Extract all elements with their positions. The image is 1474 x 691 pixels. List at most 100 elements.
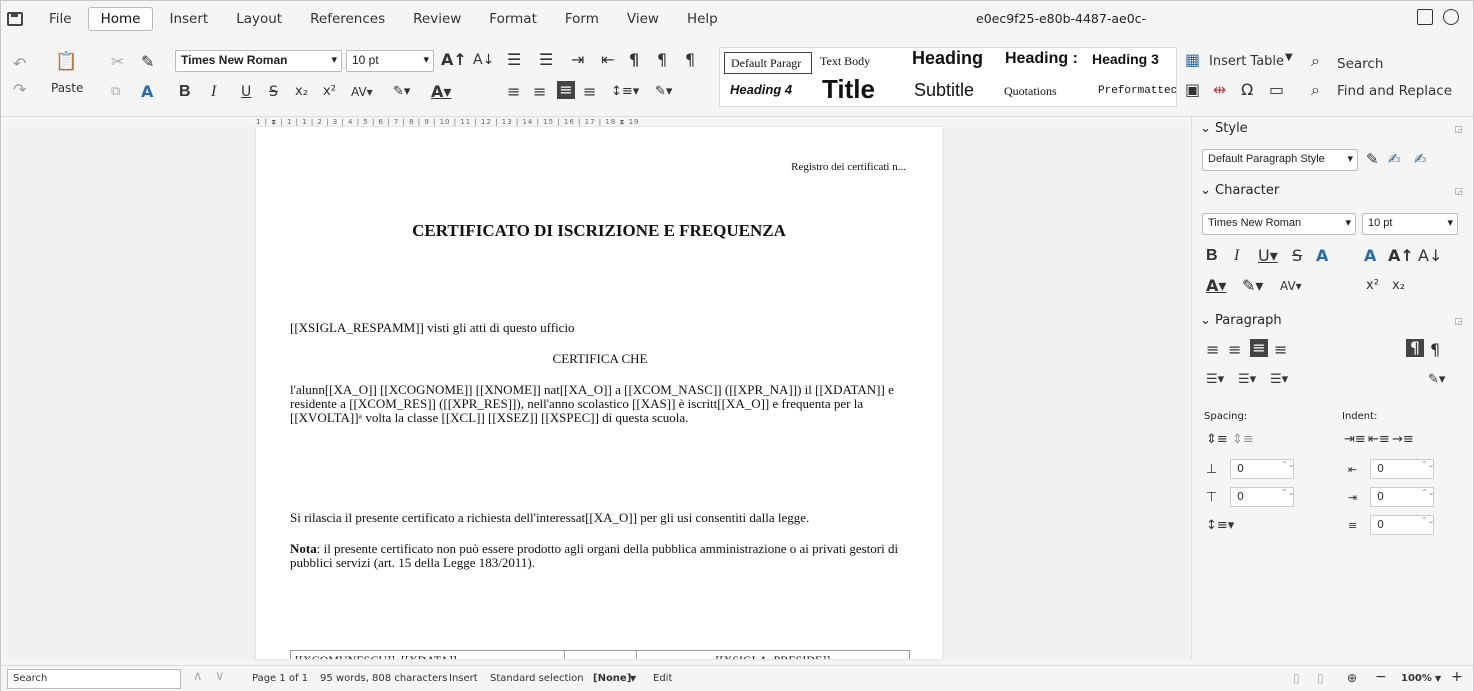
- sidebar-align-center-icon[interactable]: ≡: [1228, 341, 1241, 359]
- increase-spacing-icon[interactable]: ⇕≡: [1206, 431, 1228, 449]
- sidebar-align-left-icon[interactable]: ≡: [1206, 341, 1219, 359]
- before-indent-input[interactable]: 0: [1370, 459, 1434, 479]
- style-heading[interactable]: Heading: [912, 48, 1002, 69]
- sidebar-line-spacing-icon[interactable]: ↕≡▾: [1206, 517, 1234, 535]
- menu-file[interactable]: File: [37, 8, 84, 30]
- sidebar-subscript-icon[interactable]: x₂: [1392, 277, 1405, 295]
- search-button[interactable]: Search: [1337, 56, 1383, 72]
- menu-layout[interactable]: Layout: [224, 8, 294, 30]
- zoom-out-icon[interactable]: −: [1375, 669, 1387, 685]
- sidebar-strikethrough-icon[interactable]: S: [1292, 247, 1302, 265]
- style-section-header[interactable]: ⌄ Style: [1200, 121, 1248, 136]
- sidebar-italic-icon[interactable]: I: [1234, 247, 1239, 265]
- menu-review[interactable]: Review: [401, 8, 473, 30]
- sidebar-clear-formatting-icon[interactable]: A: [1364, 247, 1376, 265]
- highlight-color-icon[interactable]: ✎▾: [393, 83, 410, 101]
- find-replace-icon[interactable]: ⌕: [1311, 81, 1320, 99]
- grow-font-icon[interactable]: A↑: [441, 51, 467, 69]
- menu-home[interactable]: Home: [87, 7, 154, 31]
- ltr-icon[interactable]: ¶: [657, 51, 667, 69]
- style-text-body[interactable]: Text Body: [820, 54, 870, 69]
- sidebar-superscript-icon[interactable]: x²: [1366, 277, 1379, 295]
- align-right-icon[interactable]: ≡: [583, 83, 596, 101]
- sidebar-font-name-select[interactable]: Times New Roman: [1202, 213, 1356, 235]
- below-spacing-input[interactable]: 0: [1230, 487, 1294, 507]
- compass-icon[interactable]: [1443, 9, 1459, 25]
- paragraph-section-header[interactable]: ⌄ Paragraph: [1200, 313, 1282, 328]
- numbered-list-icon[interactable]: ☰: [539, 51, 553, 69]
- zoom-fit-icon[interactable]: ⊕: [1347, 671, 1357, 685]
- character-spacing-icon[interactable]: AV▾: [351, 83, 373, 101]
- sidebar-rtl-icon[interactable]: ¶: [1430, 341, 1440, 359]
- language-dropdown-icon[interactable]: ▼: [630, 674, 636, 683]
- sidebar-highlight-icon[interactable]: ✎▾: [1242, 277, 1263, 295]
- sidebar-bold-icon[interactable]: B: [1206, 247, 1218, 265]
- style-more-icon[interactable]: ◲: [1454, 125, 1463, 135]
- table-icon[interactable]: ▦: [1185, 51, 1200, 69]
- multi-page-view-icon[interactable]: ▯: [1317, 671, 1324, 685]
- clear-formatting-icon[interactable]: A: [141, 83, 153, 101]
- style-heading-2[interactable]: Heading :: [1005, 50, 1087, 68]
- sidebar-shrink-font-icon[interactable]: A↓: [1418, 247, 1442, 265]
- menu-references[interactable]: References: [298, 8, 397, 30]
- superscript-icon[interactable]: x²: [323, 83, 336, 101]
- status-search-input[interactable]: Search: [7, 669, 181, 689]
- sidebar-increase-indent-icon[interactable]: ⇥≡: [1344, 431, 1366, 449]
- style-default-paragraph[interactable]: Default Paragr: [724, 52, 812, 74]
- style-heading-4[interactable]: Heading 4: [730, 82, 792, 97]
- bold-icon[interactable]: B: [179, 83, 191, 101]
- align-center-icon[interactable]: ≡: [533, 83, 546, 101]
- copy-icon[interactable]: ⧉: [111, 83, 120, 101]
- align-left-icon[interactable]: ≡: [507, 83, 520, 101]
- language-status[interactable]: [None]: [593, 673, 631, 684]
- sidebar-toggle-icon[interactable]: [1417, 9, 1433, 25]
- sidebar-underline-icon[interactable]: U▾: [1258, 247, 1278, 265]
- sidebar-align-right-icon[interactable]: ≡: [1274, 341, 1287, 359]
- paste-label[interactable]: Paste: [51, 81, 83, 95]
- find-replace-button[interactable]: Find and Replace: [1337, 83, 1452, 99]
- clone-formatting-icon[interactable]: ✎: [141, 53, 154, 71]
- undo-icon[interactable]: ↶: [13, 55, 26, 73]
- style-heading-3[interactable]: Heading 3: [1092, 51, 1178, 67]
- redo-icon[interactable]: ↷: [13, 81, 26, 99]
- style-quotations[interactable]: Quotations: [1004, 84, 1057, 99]
- sidebar-ltr-icon[interactable]: ¶: [1406, 339, 1424, 357]
- menu-help[interactable]: Help: [675, 8, 730, 30]
- paragraph-style-select[interactable]: Default Paragraph Style: [1202, 149, 1358, 171]
- font-color-icon[interactable]: A▾: [431, 83, 451, 101]
- insert-table-button[interactable]: Insert Table: [1209, 54, 1284, 69]
- new-style-icon[interactable]: ✍: [1388, 150, 1401, 168]
- menu-form[interactable]: Form: [553, 8, 611, 30]
- subscript-icon[interactable]: x₂: [295, 83, 308, 101]
- insert-image-icon[interactable]: ▣: [1185, 81, 1200, 99]
- insert-mode[interactable]: Insert: [449, 673, 478, 684]
- decrease-spacing-icon[interactable]: ⇕≡: [1232, 431, 1254, 449]
- shrink-font-icon[interactable]: A↓: [473, 51, 494, 69]
- sidebar-font-color-icon[interactable]: A▾: [1206, 277, 1226, 295]
- underline-icon[interactable]: U: [241, 83, 251, 101]
- comment-icon[interactable]: ▭: [1269, 81, 1284, 99]
- style-title[interactable]: Title: [822, 74, 875, 105]
- menu-insert[interactable]: Insert: [157, 8, 220, 30]
- paragraph-more-icon[interactable]: ◲: [1454, 317, 1463, 327]
- style-subtitle[interactable]: Subtitle: [914, 80, 974, 101]
- italic-icon[interactable]: I: [211, 83, 216, 101]
- font-name-select[interactable]: Times New Roman: [175, 50, 342, 72]
- after-indent-input[interactable]: 0: [1370, 487, 1434, 507]
- formatting-marks-icon[interactable]: ¶: [629, 51, 639, 69]
- character-section-header[interactable]: ⌄ Character: [1200, 183, 1279, 198]
- font-size-select[interactable]: 10 pt: [346, 50, 434, 72]
- sidebar-decrease-indent-icon[interactable]: ⇤≡: [1368, 431, 1390, 449]
- zoom-level[interactable]: 100%: [1401, 673, 1432, 684]
- selection-mode[interactable]: Standard selection: [490, 673, 584, 684]
- menu-format[interactable]: Format: [477, 8, 549, 30]
- paste-icon[interactable]: 📋: [55, 53, 77, 71]
- single-page-view-icon[interactable]: ▯: [1293, 671, 1300, 685]
- special-character-icon[interactable]: Ω: [1241, 81, 1253, 99]
- search-icon[interactable]: ⌕: [1311, 52, 1320, 70]
- sidebar-align-justify-icon[interactable]: ≡: [1250, 339, 1268, 357]
- ruler[interactable]: 1 | ⧗ | 1 | 1 | 2 | 3 | 4 | 5 | 6 | 7 | …: [256, 118, 942, 126]
- bullet-list-icon[interactable]: ☰: [507, 51, 521, 69]
- zoom-dropdown-icon[interactable]: ▼: [1435, 674, 1441, 683]
- insert-table-dropdown-icon[interactable]: ▼: [1285, 52, 1293, 63]
